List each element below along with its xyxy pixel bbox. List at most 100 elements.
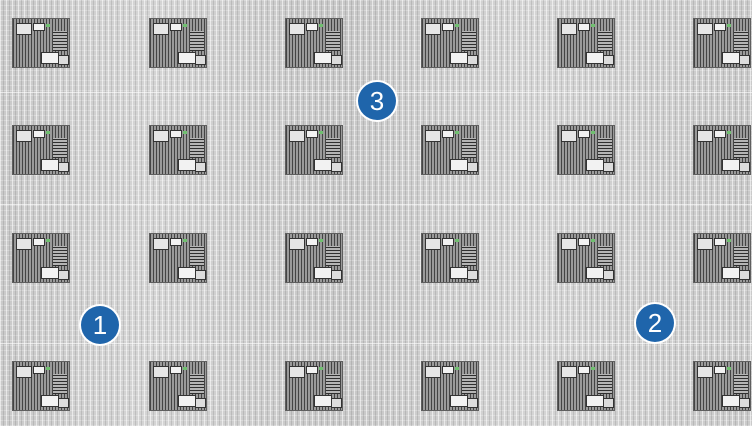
panel-detail [591, 367, 595, 370]
panel-detail [46, 367, 50, 370]
panel-detail [586, 267, 604, 279]
panel-detail [314, 159, 332, 171]
panel-detail [306, 130, 318, 138]
gray-panel [285, 361, 343, 411]
panel-detail [739, 55, 750, 65]
panel-detail [289, 238, 305, 250]
tiled-surface: 1 2 3 [0, 0, 752, 426]
panel-detail [586, 159, 604, 171]
panel-detail [578, 238, 590, 246]
panel-detail [578, 23, 590, 31]
panel-detail [306, 23, 318, 31]
panel-detail [178, 267, 196, 279]
panel-detail [739, 398, 750, 408]
panel-detail [183, 367, 187, 370]
panel-detail [319, 239, 323, 242]
panel-detail [598, 138, 612, 158]
panel-detail [170, 238, 182, 246]
panel-detail [727, 24, 731, 27]
panel-detail [450, 52, 468, 64]
gray-panel [421, 361, 479, 411]
gray-panel [557, 361, 615, 411]
panel-detail [314, 395, 332, 407]
gray-panel [12, 18, 70, 68]
panel-detail [722, 267, 740, 279]
gray-panel [149, 233, 207, 283]
gray-panel [557, 233, 615, 283]
panel-detail [41, 395, 59, 407]
panel-detail [41, 159, 59, 171]
panel-detail [727, 131, 731, 134]
panel-detail [425, 238, 441, 250]
panel-detail [578, 366, 590, 374]
gray-panel [421, 18, 479, 68]
gray-panel [12, 125, 70, 175]
callout-marker-3: 3 [358, 82, 396, 120]
panel-detail [739, 270, 750, 280]
panel-detail [331, 398, 342, 408]
panel-detail [183, 239, 187, 242]
panel-detail [16, 130, 32, 142]
panel-detail [467, 162, 478, 172]
panel-detail [598, 31, 612, 51]
panel-detail [603, 270, 614, 280]
panel-detail [33, 238, 45, 246]
panel-detail [714, 366, 726, 374]
panel-detail [425, 23, 441, 35]
panel-detail [170, 366, 182, 374]
panel-detail [326, 138, 340, 158]
gray-panel [693, 361, 751, 411]
panel-detail [722, 395, 740, 407]
panel-detail [734, 246, 748, 266]
panel-detail [714, 238, 726, 246]
panel-detail [442, 366, 454, 374]
panel-detail [591, 131, 595, 134]
panel-detail [462, 31, 476, 51]
panel-detail [190, 246, 204, 266]
panel-detail [178, 395, 196, 407]
panel-detail [586, 395, 604, 407]
panel-detail [467, 55, 478, 65]
panel-detail [697, 238, 713, 250]
gray-panel [285, 18, 343, 68]
panel-detail [561, 130, 577, 142]
panel-detail [591, 239, 595, 242]
panel-detail [16, 23, 32, 35]
panel-detail [462, 246, 476, 266]
panel-detail [153, 130, 169, 142]
panel-detail [603, 398, 614, 408]
panel-detail [314, 267, 332, 279]
panel-detail [442, 238, 454, 246]
panel-detail [58, 270, 69, 280]
gray-panel [149, 361, 207, 411]
panel-detail [190, 374, 204, 394]
panel-detail [326, 374, 340, 394]
panel-detail [450, 159, 468, 171]
callout-marker-1: 1 [81, 306, 119, 344]
gray-panel [149, 125, 207, 175]
panel-detail [450, 267, 468, 279]
panel-detail [53, 31, 67, 51]
panel-detail [58, 162, 69, 172]
gray-panel [12, 361, 70, 411]
panel-detail [739, 162, 750, 172]
panel-detail [306, 238, 318, 246]
panel-detail [331, 55, 342, 65]
panel-detail [442, 130, 454, 138]
panel-detail [598, 246, 612, 266]
gray-panel [149, 18, 207, 68]
panel-detail [190, 138, 204, 158]
panel-detail [195, 162, 206, 172]
panel-detail [289, 366, 305, 378]
panel-detail [53, 374, 67, 394]
panel-detail [16, 366, 32, 378]
panel-detail [450, 395, 468, 407]
panel-detail [425, 130, 441, 142]
panel-detail [195, 270, 206, 280]
panel-detail [170, 23, 182, 31]
panel-detail [734, 374, 748, 394]
panel-detail [591, 24, 595, 27]
panel-detail [58, 55, 69, 65]
panel-detail [727, 367, 731, 370]
panel-detail [53, 246, 67, 266]
